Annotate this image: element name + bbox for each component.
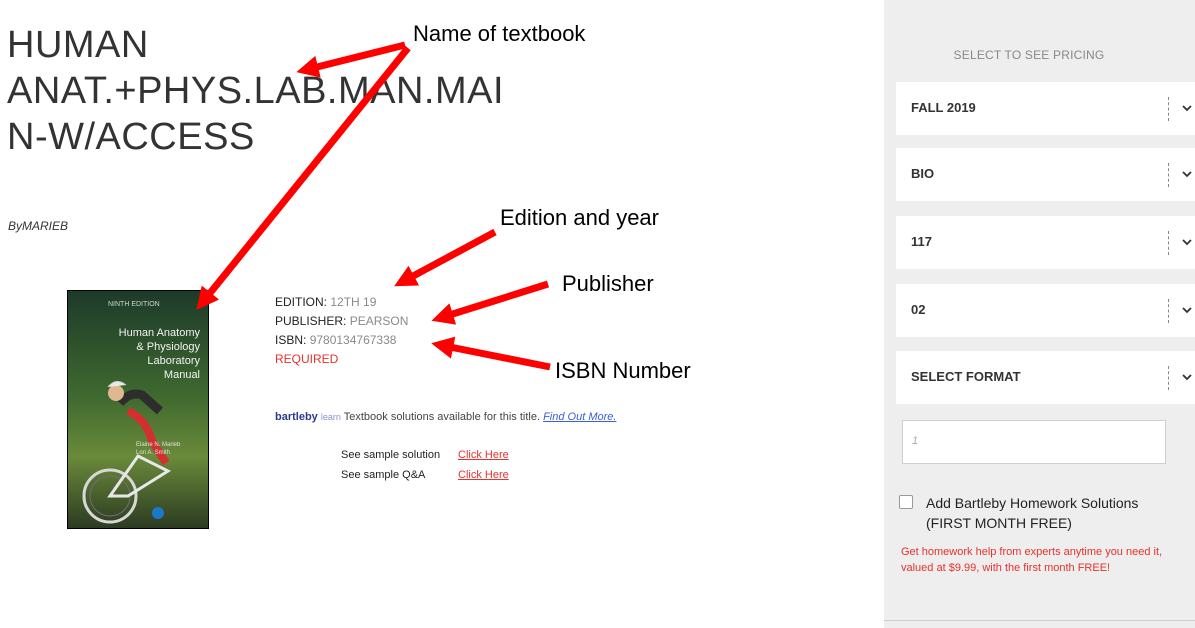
chevron-down-icon: [1182, 105, 1192, 112]
pricing-panel: SELECT TO SEE PRICING FALL 2019 BIO 117 …: [884, 0, 1195, 628]
isbn-value: 9780134767338: [309, 333, 397, 347]
chevron-down-icon: [1182, 374, 1192, 381]
term-select-value: FALL 2019: [911, 100, 976, 115]
isbn-label: ISBN:: [275, 333, 307, 347]
chevron-down-icon: [1182, 239, 1192, 246]
sample-qa-link[interactable]: Click Here: [458, 465, 509, 485]
section-select[interactable]: 02: [896, 284, 1195, 337]
book-cover-image: NINTH EDITION Human Anatomy & Physiology…: [67, 290, 209, 529]
department-select-value: BIO: [911, 166, 935, 181]
cover-edition-text: NINTH EDITION: [108, 301, 160, 308]
publisher-value: PEARSON: [349, 314, 409, 328]
cover-authors: Elaine N. Marieb Lori A. Smith: [136, 441, 180, 457]
cover-author: Lori A. Smith: [136, 450, 171, 456]
annotation-isbn: ISBN Number: [555, 358, 691, 383]
book-details: EDITION: 12TH 19 PUBLISHER: PEARSON ISBN…: [275, 293, 408, 369]
bartleby-logo-suffix: learn: [320, 412, 341, 422]
sample-links: See sample solution Click Here See sampl…: [341, 445, 509, 485]
section-select-value: 02: [911, 302, 926, 317]
chevron-down-icon: [1182, 307, 1192, 314]
bartleby-text: Textbook solutions available for this ti…: [343, 411, 541, 423]
format-select-value: SELECT FORMAT: [911, 369, 1021, 384]
course-select[interactable]: 117: [896, 216, 1195, 269]
edition-value: 12TH 19: [330, 295, 377, 309]
format-select[interactable]: SELECT FORMAT: [896, 351, 1195, 404]
select-divider: [1168, 299, 1169, 323]
arrow-to-edition: [394, 228, 497, 287]
chevron-down-icon: [1182, 171, 1192, 178]
sample-row: See sample solution Click Here: [341, 445, 509, 465]
cover-author: Elaine N. Marieb: [136, 442, 181, 448]
addon-checkbox[interactable]: [899, 495, 913, 509]
sample-solution-label: See sample solution: [341, 449, 441, 461]
annotation-name-of-textbook: Name of textbook: [413, 21, 586, 46]
cover-title-line: Laboratory: [147, 355, 200, 367]
addon-description: Get homework help from experts anytime y…: [901, 546, 1163, 574]
annotation-publisher: Publisher: [562, 271, 654, 296]
isbn-row: ISBN: 9780134767338: [275, 331, 408, 350]
quantity-placeholder: 1: [912, 435, 919, 447]
sample-solution-link[interactable]: Click Here: [458, 445, 509, 465]
course-select-value: 117: [911, 234, 932, 249]
arrow-to-isbn: [431, 336, 551, 371]
annotation-edition-year: Edition and year: [500, 205, 659, 230]
book-title-line-3: N-W/ACCESS: [7, 116, 255, 158]
select-divider: [1168, 366, 1169, 390]
publisher-label: PUBLISHER:: [275, 314, 347, 328]
author-byline: ByMARIEB: [8, 219, 69, 233]
select-divider: [1168, 231, 1169, 255]
term-select[interactable]: FALL 2019: [896, 82, 1195, 135]
sample-row: See sample Q&A Click Here: [341, 465, 509, 485]
arrow-to-publisher: [431, 280, 550, 325]
find-out-more-link[interactable]: Find Out More.: [543, 411, 616, 423]
edition-row: EDITION: 12TH 19: [275, 293, 408, 312]
publisher-row: PUBLISHER: PEARSON: [275, 312, 408, 331]
select-divider: [1168, 97, 1169, 121]
cover-title: Human Anatomy & Physiology Laboratory Ma…: [119, 326, 200, 382]
publisher-logo-icon: [152, 507, 164, 519]
panel-divider: [884, 620, 1195, 621]
book-title-line-2: ANAT.+PHYS.LAB.MAN.MAI: [7, 70, 505, 112]
bartleby-notice: bartleby learn Textbook solutions availa…: [275, 411, 616, 423]
bartleby-logo: bartleby: [275, 411, 318, 423]
department-select[interactable]: BIO: [896, 148, 1195, 201]
cover-title-line: & Physiology: [136, 341, 200, 353]
addon-label[interactable]: Add Bartleby Homework Solutions (FIRST M…: [926, 493, 1186, 533]
quantity-input[interactable]: 1: [902, 420, 1166, 464]
pricing-heading: SELECT TO SEE PRICING: [953, 48, 1105, 62]
select-divider: [1168, 163, 1169, 187]
edition-label: EDITION:: [275, 295, 328, 309]
cover-title-line: Manual: [163, 369, 200, 381]
sample-qa-label: See sample Q&A: [341, 469, 426, 481]
required-badge: REQUIRED: [275, 352, 339, 366]
cover-title-line: Human Anatomy: [118, 327, 200, 339]
